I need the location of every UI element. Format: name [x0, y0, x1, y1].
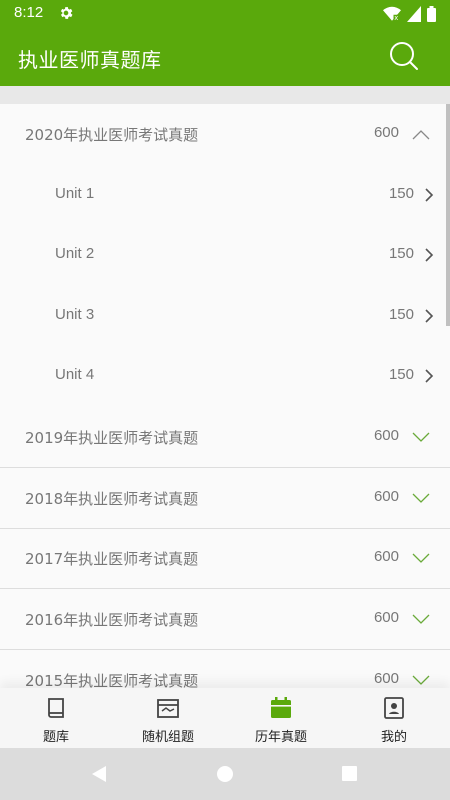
exam-group-label: 2019年执业医师考试真题 — [25, 429, 199, 447]
chevron-right-icon — [425, 309, 434, 323]
chevron-down-icon — [412, 675, 430, 685]
chevron-down-icon — [412, 432, 430, 442]
settings-gear-icon — [60, 7, 73, 19]
exam-group-count: 600 — [373, 124, 399, 141]
exam-group-row[interactable]: 2015年执业医师考试真题 600 — [0, 650, 450, 688]
book-icon — [48, 698, 64, 718]
svg-text:x: x — [394, 14, 398, 22]
unit-row[interactable]: Unit 3 150 — [0, 286, 450, 346]
unit-count: 150 — [388, 366, 414, 383]
contact-icon — [384, 697, 404, 719]
unit-label: Unit 2 — [55, 245, 95, 262]
exam-group-count: 600 — [373, 670, 399, 687]
chevron-right-icon — [425, 248, 434, 262]
scrollbar-thumb[interactable] — [446, 104, 450, 326]
unit-label: Unit 1 — [55, 185, 95, 202]
status-bar: 8:12 x — [0, 0, 450, 28]
exam-group-row[interactable]: 2017年执业医师考试真题 600 — [0, 528, 450, 589]
nav-item-question-bank[interactable]: 题库 — [0, 688, 112, 748]
exam-group-label: 2017年执业医师考试真题 — [25, 550, 199, 568]
exam-group-label: 2015年执业医师考试真题 — [25, 672, 199, 688]
unit-row[interactable]: Unit 1 150 — [0, 165, 450, 225]
wifi-icon: x — [383, 6, 401, 22]
exam-list: 2020年执业医师考试真题 600 Unit 1 150 Unit 2 150 … — [0, 104, 450, 688]
nav-label: 历年真题 — [254, 730, 307, 745]
chevron-down-icon — [412, 493, 430, 503]
nav-label: 随机组题 — [141, 730, 194, 745]
home-icon[interactable] — [216, 765, 234, 783]
bottom-nav: 题库 随机组题 历年真题 我的 — [0, 688, 450, 748]
cell-signal-icon — [407, 6, 421, 22]
exam-group-count: 600 — [373, 427, 399, 444]
unit-label: Unit 4 — [55, 366, 95, 383]
exam-group-row[interactable]: 2016年执业医师考试真题 600 — [0, 589, 450, 650]
status-time: 8:12 — [14, 4, 44, 21]
exam-group-count: 600 — [373, 609, 399, 626]
page-title: 执业医师真题库 — [18, 48, 162, 72]
unit-row[interactable]: Unit 2 150 — [0, 225, 450, 285]
status-icons: x — [383, 5, 436, 23]
chevron-down-icon — [412, 553, 430, 563]
exam-group-label: 2020年执业医师考试真题 — [25, 126, 199, 144]
exam-group-row[interactable]: 2020年执业医师考试真题 600 — [0, 104, 450, 164]
unit-count: 150 — [388, 185, 414, 202]
chevron-down-icon — [412, 614, 430, 624]
card-icon — [157, 699, 179, 718]
chevron-right-icon — [425, 369, 434, 383]
app-bar: 执业医师真题库 — [0, 28, 450, 86]
search-icon[interactable] — [388, 40, 420, 72]
exam-group-label: 2016年执业医师考试真题 — [25, 611, 199, 629]
unit-count: 150 — [388, 306, 414, 323]
recents-icon[interactable] — [341, 765, 358, 782]
chevron-up-icon — [412, 130, 430, 140]
unit-row[interactable]: Unit 4 150 — [0, 346, 450, 406]
back-icon[interactable] — [90, 765, 108, 783]
calendar-icon — [271, 697, 291, 718]
nav-item-past-exams[interactable]: 历年真题 — [225, 688, 337, 748]
unit-label: Unit 3 — [55, 306, 95, 323]
unit-count: 150 — [388, 245, 414, 262]
header-divider — [0, 86, 450, 104]
nav-label: 我的 — [380, 730, 407, 745]
exam-group-label: 2018年执业医师考试真题 — [25, 490, 199, 508]
nav-label: 题库 — [42, 730, 69, 745]
exam-group-row[interactable]: 2018年执业医师考试真题 600 — [0, 468, 450, 529]
exam-group-count: 600 — [373, 548, 399, 565]
exam-group-row[interactable]: 2019年执业医师考试真题 600 — [0, 407, 450, 468]
exam-group-count: 600 — [373, 488, 399, 505]
chevron-right-icon — [425, 188, 434, 202]
nav-item-profile[interactable]: 我的 — [338, 688, 450, 748]
battery-icon — [427, 6, 436, 22]
nav-item-random-quiz[interactable]: 随机组题 — [112, 688, 224, 748]
system-nav-bar — [0, 748, 450, 800]
